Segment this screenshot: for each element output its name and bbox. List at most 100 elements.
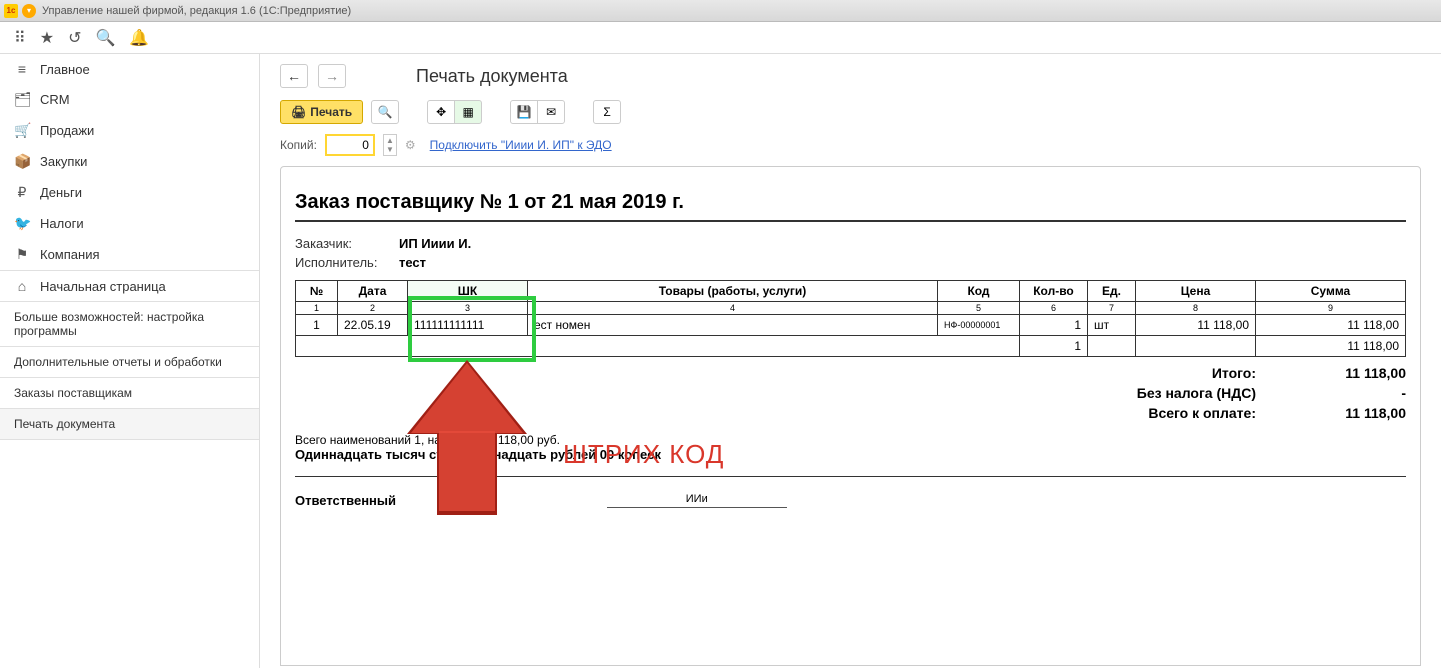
- sidebar-supplier-orders[interactable]: Заказы поставщикам: [0, 378, 259, 408]
- edo-link[interactable]: Подключить "Ииии И. ИП" к ЭДО: [430, 138, 612, 152]
- home-icon: ⌂: [14, 278, 30, 294]
- content-toolbar: 🖨 Печать 🔍 ✥ ▦ 💾 ✉ Σ: [260, 94, 1441, 130]
- print-button[interactable]: 🖨 Печать: [280, 100, 363, 124]
- sidebar-label: Налоги: [40, 216, 84, 231]
- sidebar-item-money[interactable]: ₽ Деньги: [0, 177, 259, 208]
- apps-icon[interactable]: ⠿: [14, 28, 26, 48]
- box-icon: 📦: [14, 153, 30, 170]
- cell-num: 1: [296, 315, 338, 336]
- sidebar-label: Закупки: [40, 154, 87, 169]
- notifications-icon[interactable]: 🔔: [129, 28, 149, 48]
- content-header: ← → Печать документа: [260, 54, 1441, 94]
- th-unit: Ед.: [1088, 281, 1136, 302]
- cell-sum: 11 118,00: [1256, 315, 1406, 336]
- sidebar-item-purchases[interactable]: 📦 Закупки: [0, 146, 259, 177]
- novat-value: -: [1296, 385, 1406, 401]
- app-dropdown-icon[interactable]: ▾: [22, 4, 36, 18]
- items-table: № Дата ШК Товары (работы, услуги) Код Ко…: [295, 280, 1406, 357]
- totals-block: Итого:11 118,00 Без налога (НДС)- Всего …: [295, 363, 1406, 423]
- sidebar-item-company[interactable]: ⚑ Компания: [0, 239, 259, 270]
- grid-button[interactable]: ▦: [454, 100, 482, 124]
- sidebar-item-taxes[interactable]: 🐦 Налоги: [0, 208, 259, 239]
- th-date: Дата: [338, 281, 408, 302]
- footer-qty: 1: [1020, 336, 1088, 357]
- copies-label: Копий:: [280, 138, 317, 152]
- grand-value: 11 118,00: [1296, 405, 1406, 421]
- table-header-row: № Дата ШК Товары (работы, услуги) Код Ко…: [296, 281, 1406, 302]
- cell-goods: ест номен: [528, 315, 938, 336]
- money-icon: ₽: [14, 184, 30, 201]
- annotation-text: ШТРИХ КОД: [563, 439, 724, 470]
- nav-back-button[interactable]: ←: [280, 64, 308, 88]
- nav-forward-button[interactable]: →: [318, 64, 346, 88]
- preview-button[interactable]: 🔍: [371, 100, 399, 124]
- th-sum: Сумма: [1256, 281, 1406, 302]
- history-icon[interactable]: ↺: [68, 28, 81, 48]
- settings-icon[interactable]: ⚙: [405, 138, 416, 152]
- sidebar-label: CRM: [40, 92, 70, 107]
- divider: [295, 476, 1406, 477]
- executor-label: Исполнитель:: [295, 255, 399, 270]
- cell-qty: 1: [1020, 315, 1088, 336]
- sidebar-label: Продажи: [40, 123, 94, 138]
- document-area[interactable]: Заказ поставщику № 1 от 21 мая 2019 г. З…: [280, 166, 1421, 666]
- executor-value: тест: [399, 255, 426, 270]
- sidebar-more-options[interactable]: Больше возможностей: настройка программы: [0, 302, 259, 346]
- sidebar-reports[interactable]: Дополнительные отчеты и обработки: [0, 347, 259, 377]
- search-icon[interactable]: 🔍: [95, 28, 115, 48]
- document-title: Заказ поставщику № 1 от 21 мая 2019 г.: [295, 191, 1406, 214]
- move-button[interactable]: ✥: [427, 100, 455, 124]
- top-toolbar: ⠿ ★ ↺ 🔍 🔔: [0, 22, 1441, 54]
- table-row: 1 22.05.19 111111111111 ест номен НФ-000…: [296, 315, 1406, 336]
- menu-icon: ≡: [14, 61, 30, 77]
- sidebar-label: Компания: [40, 247, 100, 262]
- window-title: Управление нашей фирмой, редакция 1.6 (1…: [42, 5, 351, 17]
- customer-value: ИП Ииии И.: [399, 236, 471, 251]
- sidebar: ≡Главное 🗂CRM 🛒Продажи 📦Закупки ₽Деньги …: [0, 54, 260, 668]
- page-title: Печать документа: [416, 66, 568, 87]
- save-button[interactable]: 💾: [510, 100, 538, 124]
- grand-label: Всего к оплате:: [1148, 405, 1256, 421]
- novat-label: Без налога (НДС): [1137, 385, 1256, 401]
- th-num: №: [296, 281, 338, 302]
- summary-words: Одиннадцать тысяч сто восемнадцать рубле…: [295, 447, 1406, 462]
- th-code: Код: [938, 281, 1020, 302]
- crm-icon: 🗂: [14, 91, 30, 108]
- table-colnum-row: 1 2 3 4 5 6 7 8 9: [296, 302, 1406, 315]
- sidebar-item-crm[interactable]: 🗂 CRM: [0, 84, 259, 115]
- sidebar-print-document[interactable]: Печать документа: [0, 409, 259, 439]
- app-icon: 1c: [4, 4, 18, 18]
- responsible-row: Ответственный ✥ ИИи: [295, 491, 1406, 508]
- cell-price: 11 118,00: [1136, 315, 1256, 336]
- sum-button[interactable]: Σ: [593, 100, 621, 124]
- cart-icon: 🛒: [14, 122, 30, 139]
- cell-date: 22.05.19: [338, 315, 408, 336]
- printer-icon: 🖨: [291, 105, 306, 119]
- cell-shk: 111111111111: [408, 315, 528, 336]
- customer-label: Заказчик:: [295, 236, 399, 251]
- sidebar-label: Главное: [40, 62, 90, 77]
- responsible-label: Ответственный: [295, 493, 435, 508]
- sidebar-item-main[interactable]: ≡ Главное: [0, 54, 259, 84]
- th-price: Цена: [1136, 281, 1256, 302]
- copies-row: Копий: ▲▼ ⚙ Подключить "Ииии И. ИП" к ЭД…: [260, 130, 1441, 166]
- cursor-icon: ✥: [475, 491, 487, 508]
- flag-icon: ⚑: [14, 246, 30, 263]
- th-goods: Товары (работы, услуги): [528, 281, 938, 302]
- table-footer-row: 1 11 118,00: [296, 336, 1406, 357]
- footer-sum: 11 118,00: [1256, 336, 1406, 357]
- copies-input[interactable]: [325, 134, 375, 156]
- favorite-icon[interactable]: ★: [40, 28, 54, 48]
- sidebar-start-page[interactable]: ⌂ Начальная страница: [0, 271, 259, 301]
- email-button[interactable]: ✉: [537, 100, 565, 124]
- total-value: 11 118,00: [1296, 365, 1406, 381]
- sidebar-item-sales[interactable]: 🛒 Продажи: [0, 115, 259, 146]
- sidebar-label: Деньги: [40, 185, 82, 200]
- sidebar-label: Начальная страница: [40, 279, 166, 294]
- cell-unit: шт: [1088, 315, 1136, 336]
- print-button-label: Печать: [310, 105, 352, 119]
- tax-icon: 🐦: [14, 215, 30, 232]
- divider: [295, 220, 1406, 222]
- cell-code: НФ-00000001: [938, 315, 1020, 336]
- copies-spinner[interactable]: ▲▼: [383, 134, 397, 156]
